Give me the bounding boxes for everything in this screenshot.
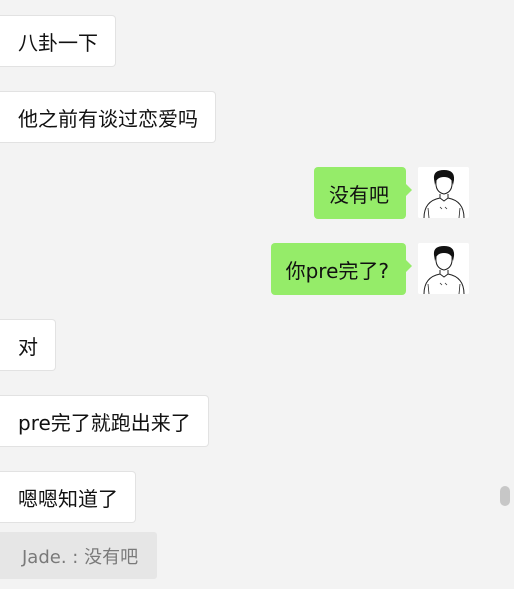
message-text: 你pre完了?: [285, 258, 389, 283]
message-bubble-outgoing[interactable]: 没有吧: [314, 167, 412, 219]
user-avatar[interactable]: [418, 243, 469, 294]
message-text: 对: [18, 334, 38, 359]
message-text: 八卦一下: [18, 30, 98, 55]
message-text: 没有吧: [329, 182, 389, 207]
message-bubble-incoming[interactable]: pre完了就跑出来了: [0, 395, 209, 447]
boy-sketch-avatar-icon: [418, 167, 469, 218]
message-bubble-incoming[interactable]: 对: [0, 319, 56, 371]
message-bubble-incoming[interactable]: 他之前有谈过恋爱吗: [0, 91, 216, 143]
message-text: 他之前有谈过恋爱吗: [18, 106, 198, 131]
user-avatar[interactable]: [418, 167, 469, 218]
quoted-reply[interactable]: Jade. : 没有吧: [0, 532, 157, 579]
message-text: 嗯嗯知道了: [18, 486, 118, 511]
quoted-reply-text: Jade. : 没有吧: [22, 546, 139, 568]
message-bubble-outgoing[interactable]: 你pre完了?: [270, 243, 413, 295]
boy-sketch-avatar-icon: [418, 243, 469, 294]
message-text: pre完了就跑出来了: [18, 410, 191, 435]
message-bubble-incoming[interactable]: 八卦一下: [0, 15, 116, 67]
scrollbar-thumb[interactable]: [500, 486, 510, 506]
message-bubble-incoming[interactable]: 嗯嗯知道了: [0, 471, 136, 523]
